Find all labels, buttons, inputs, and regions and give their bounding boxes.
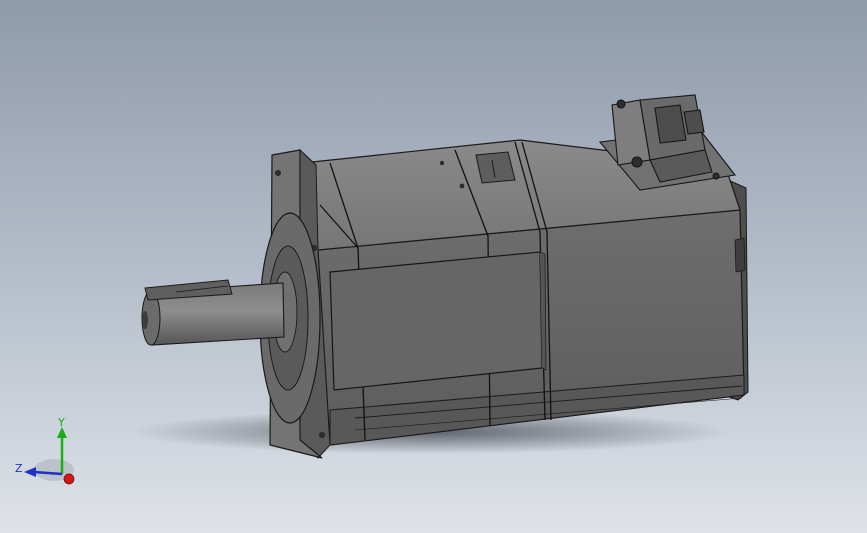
top-hole-1 — [439, 160, 445, 166]
servo-motor-model[interactable] — [0, 0, 867, 533]
top-hole-2 — [459, 183, 465, 189]
z-axis-arrow-icon — [24, 467, 36, 477]
graphics-viewport[interactable]: Y Z — [0, 0, 867, 533]
flange-bolt-hole-bl — [318, 431, 326, 439]
reference-triad: Y Z — [15, 416, 75, 485]
y-axis-label: Y — [57, 416, 65, 429]
rear-notch — [734, 237, 746, 273]
top-slot — [475, 151, 516, 184]
nameplate-recess — [329, 251, 543, 391]
x-axis-origin-sphere-icon — [63, 473, 75, 485]
z-axis-label: Z — [15, 462, 23, 475]
flange-bolt-hole-tl — [275, 170, 281, 176]
